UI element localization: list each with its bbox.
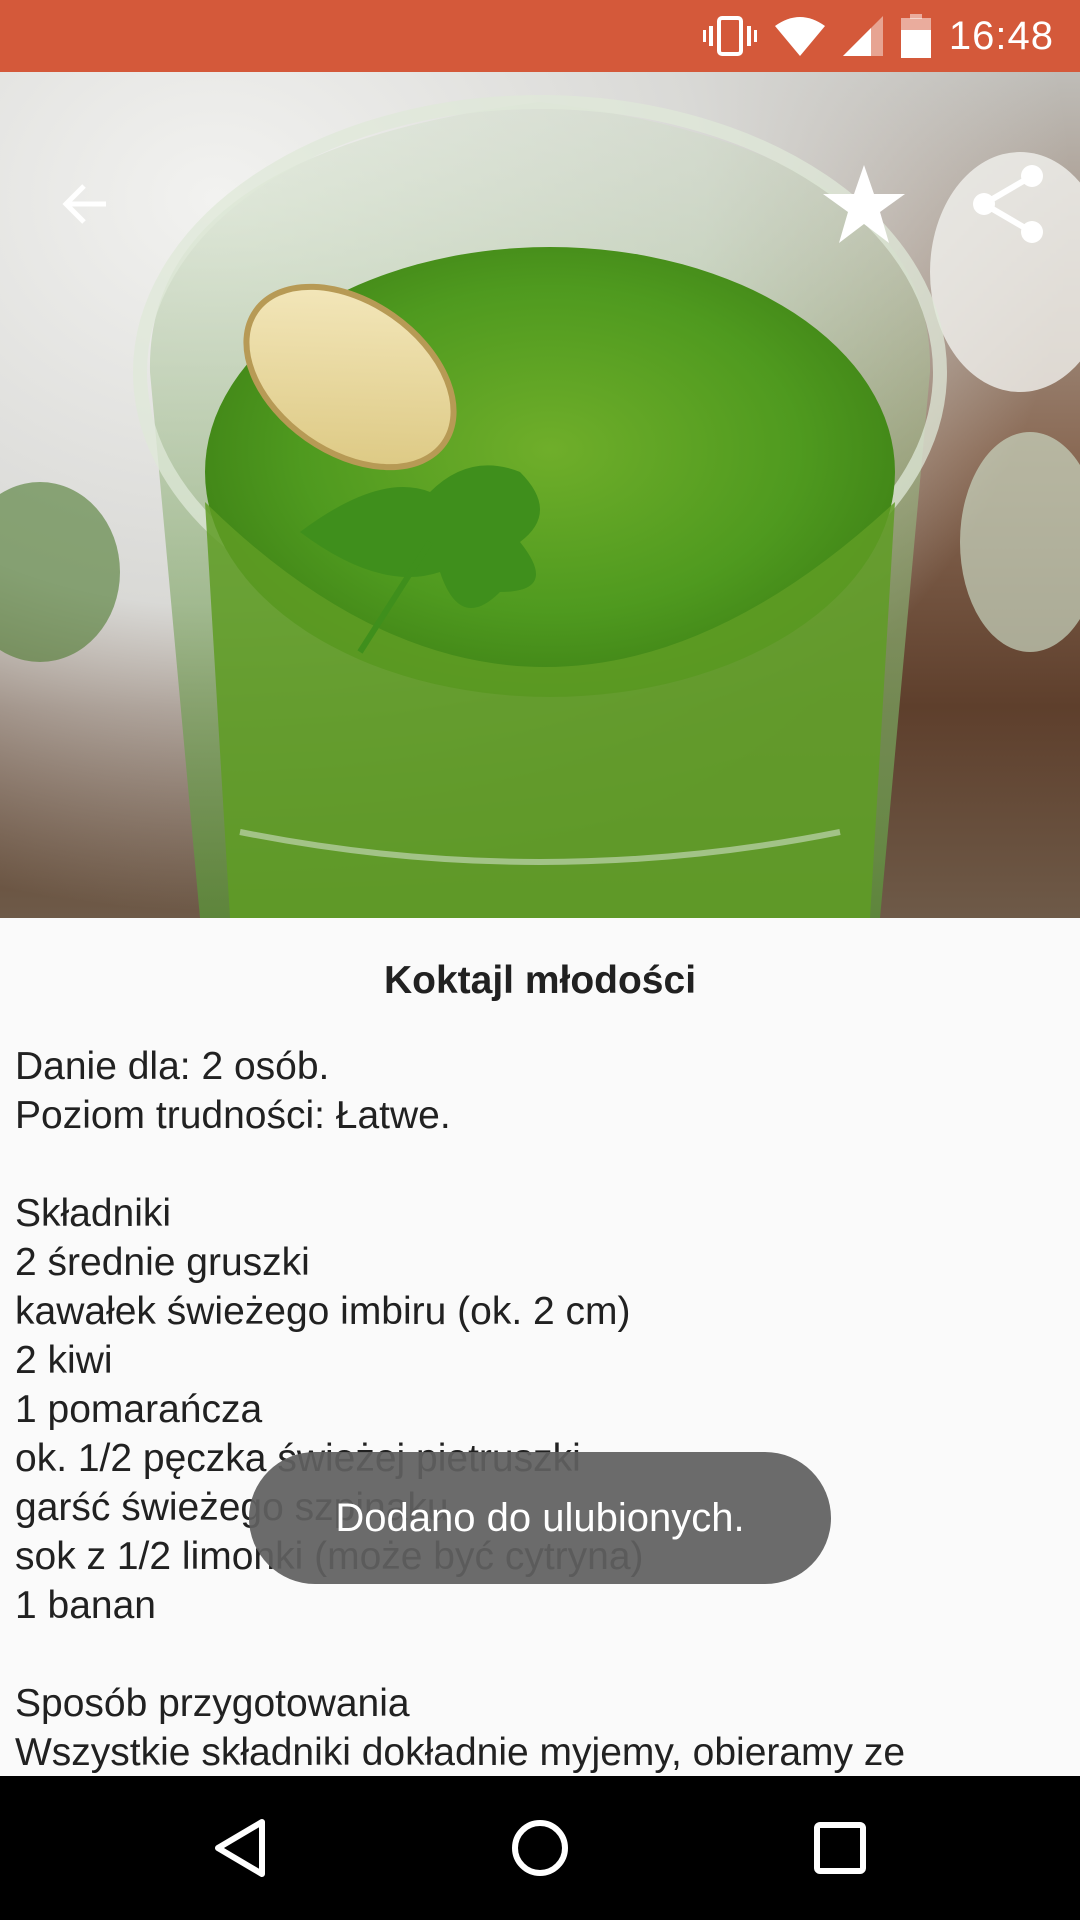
difficulty-text: Poziom trudności: Łatwe.	[15, 1094, 451, 1137]
ingredient-item: 2 kiwi	[15, 1339, 113, 1382]
nav-home-button[interactable]	[490, 1798, 590, 1898]
method-text: Wszystkie składniki dokładnie myjemy, ob…	[15, 1731, 906, 1774]
ingredients-header: Składniki	[15, 1192, 172, 1235]
navigation-bar	[0, 1776, 1080, 1920]
recipe-title: Koktajl młodości	[383, 959, 697, 1002]
battery-icon	[900, 14, 931, 58]
favorite-button[interactable]	[816, 156, 912, 252]
arrow-back-icon	[62, 184, 106, 224]
cell-signal-icon	[842, 16, 883, 56]
method-header: Sposób przygotowania	[15, 1682, 410, 1725]
screen: 16:48 Koktajl młodości Danie dla: 2 osób…	[0, 0, 1080, 1920]
status-bar: 16:48	[0, 0, 1080, 72]
recipe-photo	[0, 72, 1080, 918]
ingredient-item: 2 średnie gruszki	[15, 1241, 310, 1284]
servings-text: Danie dla: 2 osób.	[15, 1045, 330, 1088]
vibrate-icon	[702, 14, 757, 58]
ingredient-item: 1 pomarańcza	[15, 1388, 263, 1431]
star-icon	[823, 165, 905, 243]
recipe-body: Danie dla: 2 osób. Poziom trudności: Łat…	[0, 1042, 1080, 1776]
nav-back-button[interactable]	[190, 1798, 290, 1898]
status-time: 16:48	[948, 13, 1054, 58]
wifi-icon	[774, 16, 825, 56]
ingredient-item: 1 banan	[15, 1584, 156, 1627]
share-button[interactable]	[960, 156, 1056, 252]
nav-back-icon	[215, 1819, 265, 1877]
ingredient-item: kawałek świeżego imbiru (ok. 2 cm)	[15, 1290, 631, 1333]
nav-recents-icon	[814, 1822, 866, 1874]
nav-recents-button[interactable]	[790, 1798, 890, 1898]
back-button[interactable]	[36, 156, 132, 252]
toast-message: Dodano do ulubionych.	[249, 1452, 831, 1584]
share-icon	[973, 165, 1043, 243]
nav-home-icon	[512, 1820, 568, 1876]
recipe-content: Koktajl młodości Danie dla: 2 osób. Pozi…	[0, 918, 1080, 1776]
